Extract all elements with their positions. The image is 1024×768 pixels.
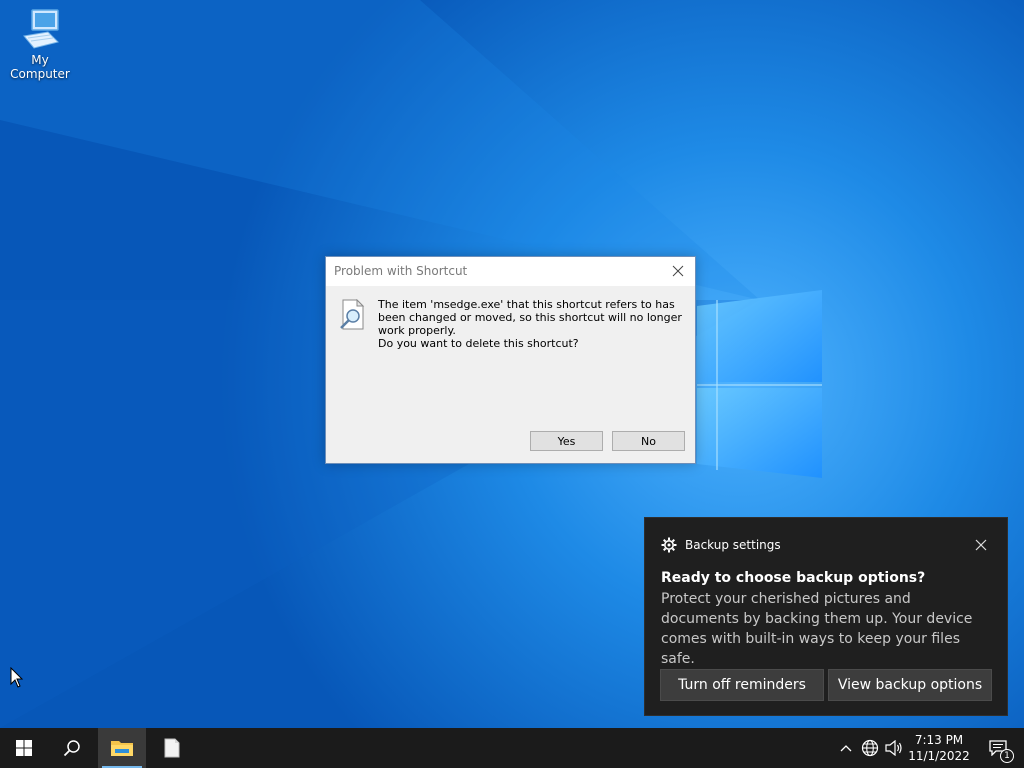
start-icon <box>16 740 32 756</box>
dialog-message: The item 'msedge.exe' that this shortcut… <box>378 298 682 337</box>
chevron-up-icon <box>840 745 852 752</box>
search-button[interactable] <box>48 728 96 768</box>
document-icon <box>164 738 180 758</box>
backup-toast-notification: Backup settings Ready to choose backup o… <box>644 517 1008 716</box>
dialog-titlebar[interactable]: Problem with Shortcut <box>326 257 695 286</box>
taskbar: 7:13 PM 11/1/2022 1 <box>0 728 1024 768</box>
view-backup-options-button[interactable]: View backup options <box>828 669 992 701</box>
close-icon <box>672 265 684 277</box>
turn-off-reminders-button[interactable]: Turn off reminders <box>660 669 824 701</box>
computer-icon <box>23 9 59 49</box>
desktop-icon-label: My Computer <box>10 53 70 81</box>
problem-with-shortcut-dialog: Problem with Shortcut The item 'msedge.e… <box>325 256 696 464</box>
desktop: My Computer Problem with Shortcut The it… <box>0 0 1024 728</box>
no-button[interactable]: No <box>612 431 685 451</box>
file-explorer-icon <box>111 741 133 756</box>
yes-button[interactable]: Yes <box>530 431 603 451</box>
magnifier-document-icon <box>340 299 365 330</box>
toast-app-name: Backup settings <box>685 538 781 552</box>
dialog-close-button[interactable] <box>667 260 689 282</box>
action-center-button[interactable]: 1 <box>978 728 1018 768</box>
close-icon <box>975 539 987 551</box>
search-icon <box>63 740 80 757</box>
notification-count-badge: 1 <box>1000 749 1014 763</box>
clock-date: 11/1/2022 <box>908 749 970 763</box>
dialog-title: Problem with Shortcut <box>334 264 468 278</box>
taskbar-clock[interactable]: 7:13 PM 11/1/2022 <box>908 732 970 764</box>
file-explorer-button[interactable] <box>98 728 146 768</box>
start-button[interactable] <box>0 728 48 768</box>
mouse-cursor-icon <box>10 667 24 688</box>
speaker-icon <box>885 740 902 756</box>
show-hidden-icons-button[interactable] <box>836 738 856 758</box>
toast-header: Backup settings <box>661 537 781 553</box>
dialog-question: Do you want to delete this shortcut? <box>378 337 579 350</box>
volume-button[interactable] <box>884 738 904 758</box>
toast-title: Ready to choose backup options? <box>661 570 926 586</box>
network-button[interactable] <box>860 738 880 758</box>
network-globe-icon <box>861 739 879 757</box>
toast-body: Protect your cherished pictures and docu… <box>661 591 973 667</box>
gear-icon <box>661 537 677 553</box>
desktop-icon-my-computer[interactable]: My Computer <box>0 8 80 81</box>
toast-close-button[interactable] <box>975 536 987 555</box>
windows-logo-graphic <box>697 290 822 478</box>
clock-time: 7:13 PM <box>914 733 964 747</box>
document-taskbar-button[interactable] <box>148 728 196 768</box>
